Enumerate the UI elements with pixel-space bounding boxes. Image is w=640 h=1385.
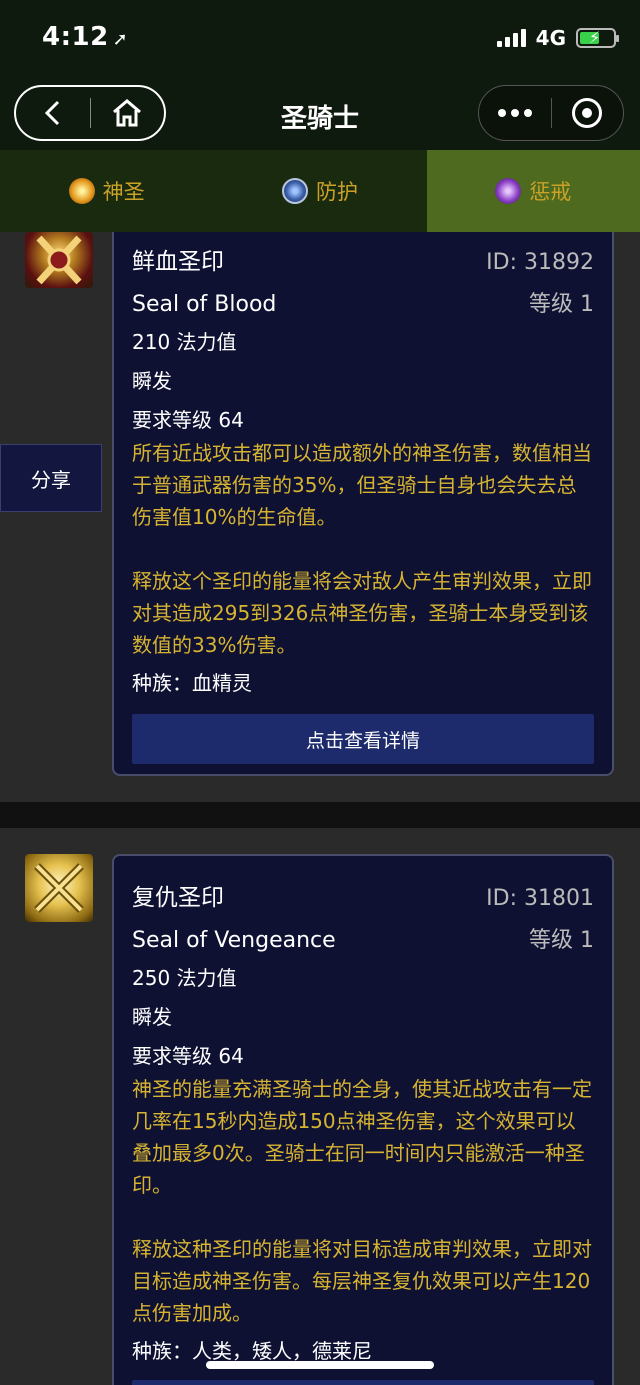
status-bar: 4:12 ➚ 4G ⚡ [0, 0, 640, 80]
tab-protection[interactable]: 防护 [213, 150, 426, 232]
spell-race: 种族：血精灵 [132, 671, 252, 695]
spell-cost: 210 法力值 [132, 330, 237, 354]
seal-of-blood-icon [25, 232, 93, 288]
holy-icon [68, 178, 95, 204]
spell-required-level: 要求等级 64 [132, 408, 244, 432]
signal-icon [496, 29, 526, 47]
section-divider [0, 802, 640, 828]
spell-card: 鲜血圣印 ID: 31892 Seal of Blood 等级 1 210 法力… [112, 232, 614, 776]
spell-cast-time: 瞬发 [132, 1005, 172, 1029]
spell-judgement-description: 释放这种圣印的能量将对目标造成审判效果，立即对目标造成神圣伤害。每层神圣复仇效果… [132, 1237, 592, 1325]
close-button[interactable] [552, 86, 624, 140]
spell-name-en: Seal of Vengeance [132, 928, 336, 953]
nav-right-capsule [478, 85, 624, 141]
spell-description: 所有近战攻击都可以造成额外的神圣伤害，数值相当于普通武器伤害的35%，但圣骑士自… [132, 441, 592, 529]
spell-race: 种族：人类，矮人，德莱尼 [132, 1339, 372, 1363]
spell-required-level: 要求等级 64 [132, 1044, 244, 1068]
list-item: 复仇圣印 ID: 31801 Seal of Vengeance 等级 1 25… [0, 854, 640, 1385]
spell-list: 鲜血圣印 ID: 31892 Seal of Blood 等级 1 210 法力… [0, 232, 640, 1385]
spell-card: 复仇圣印 ID: 31801 Seal of Vengeance 等级 1 25… [112, 854, 614, 1385]
target-icon [572, 98, 603, 128]
tab-retribution[interactable]: 惩戒 [426, 150, 640, 232]
tab-label: 防护 [315, 180, 358, 204]
status-indicators: 4G ⚡ [496, 26, 619, 50]
more-button[interactable] [479, 86, 551, 140]
status-time: 4:12 ➚ [42, 22, 129, 52]
retribution-icon [495, 178, 522, 204]
spell-name-cn: 复仇圣印 [132, 885, 224, 911]
spell-judgement-description: 释放这个圣印的能量将会对敌人产生审判效果，立即对其造成295到326点神圣伤害，… [132, 569, 592, 657]
spell-id: ID: 31892 [486, 250, 594, 275]
share-button[interactable]: 分享 [0, 444, 102, 512]
spell-id: ID: 31801 [486, 886, 594, 911]
view-details-button[interactable]: 点击查看详情 [132, 714, 594, 764]
nav-bar: 圣骑士 [0, 80, 640, 150]
home-indicator [206, 1361, 434, 1369]
view-details-button[interactable] [132, 1380, 594, 1385]
spell-name-cn: 鲜血圣印 [132, 249, 224, 275]
list-item: 鲜血圣印 ID: 31892 Seal of Blood 等级 1 210 法力… [0, 232, 640, 818]
tab-label: 神圣 [102, 180, 145, 204]
spec-tabs: 神圣 防护 惩戒 [0, 150, 640, 232]
spell-level: 等级 1 [529, 928, 594, 953]
location-arrow-icon: ➚ [112, 29, 129, 50]
spell-name-en: Seal of Blood [132, 292, 277, 317]
spell-cost: 250 法力值 [132, 966, 237, 990]
spell-level: 等级 1 [529, 292, 594, 317]
tab-holy[interactable]: 神圣 [0, 150, 213, 232]
seal-of-vengeance-icon [25, 854, 93, 922]
protection-icon [281, 178, 308, 204]
tab-label: 惩戒 [529, 180, 572, 204]
spell-description: 神圣的能量充满圣骑士的全身，使其近战攻击有一定几率在15秒内造成150点神圣伤害… [132, 1077, 592, 1197]
spell-cast-time: 瞬发 [132, 369, 172, 393]
battery-icon: ⚡ [576, 28, 619, 48]
network-label: 4G [535, 26, 566, 50]
